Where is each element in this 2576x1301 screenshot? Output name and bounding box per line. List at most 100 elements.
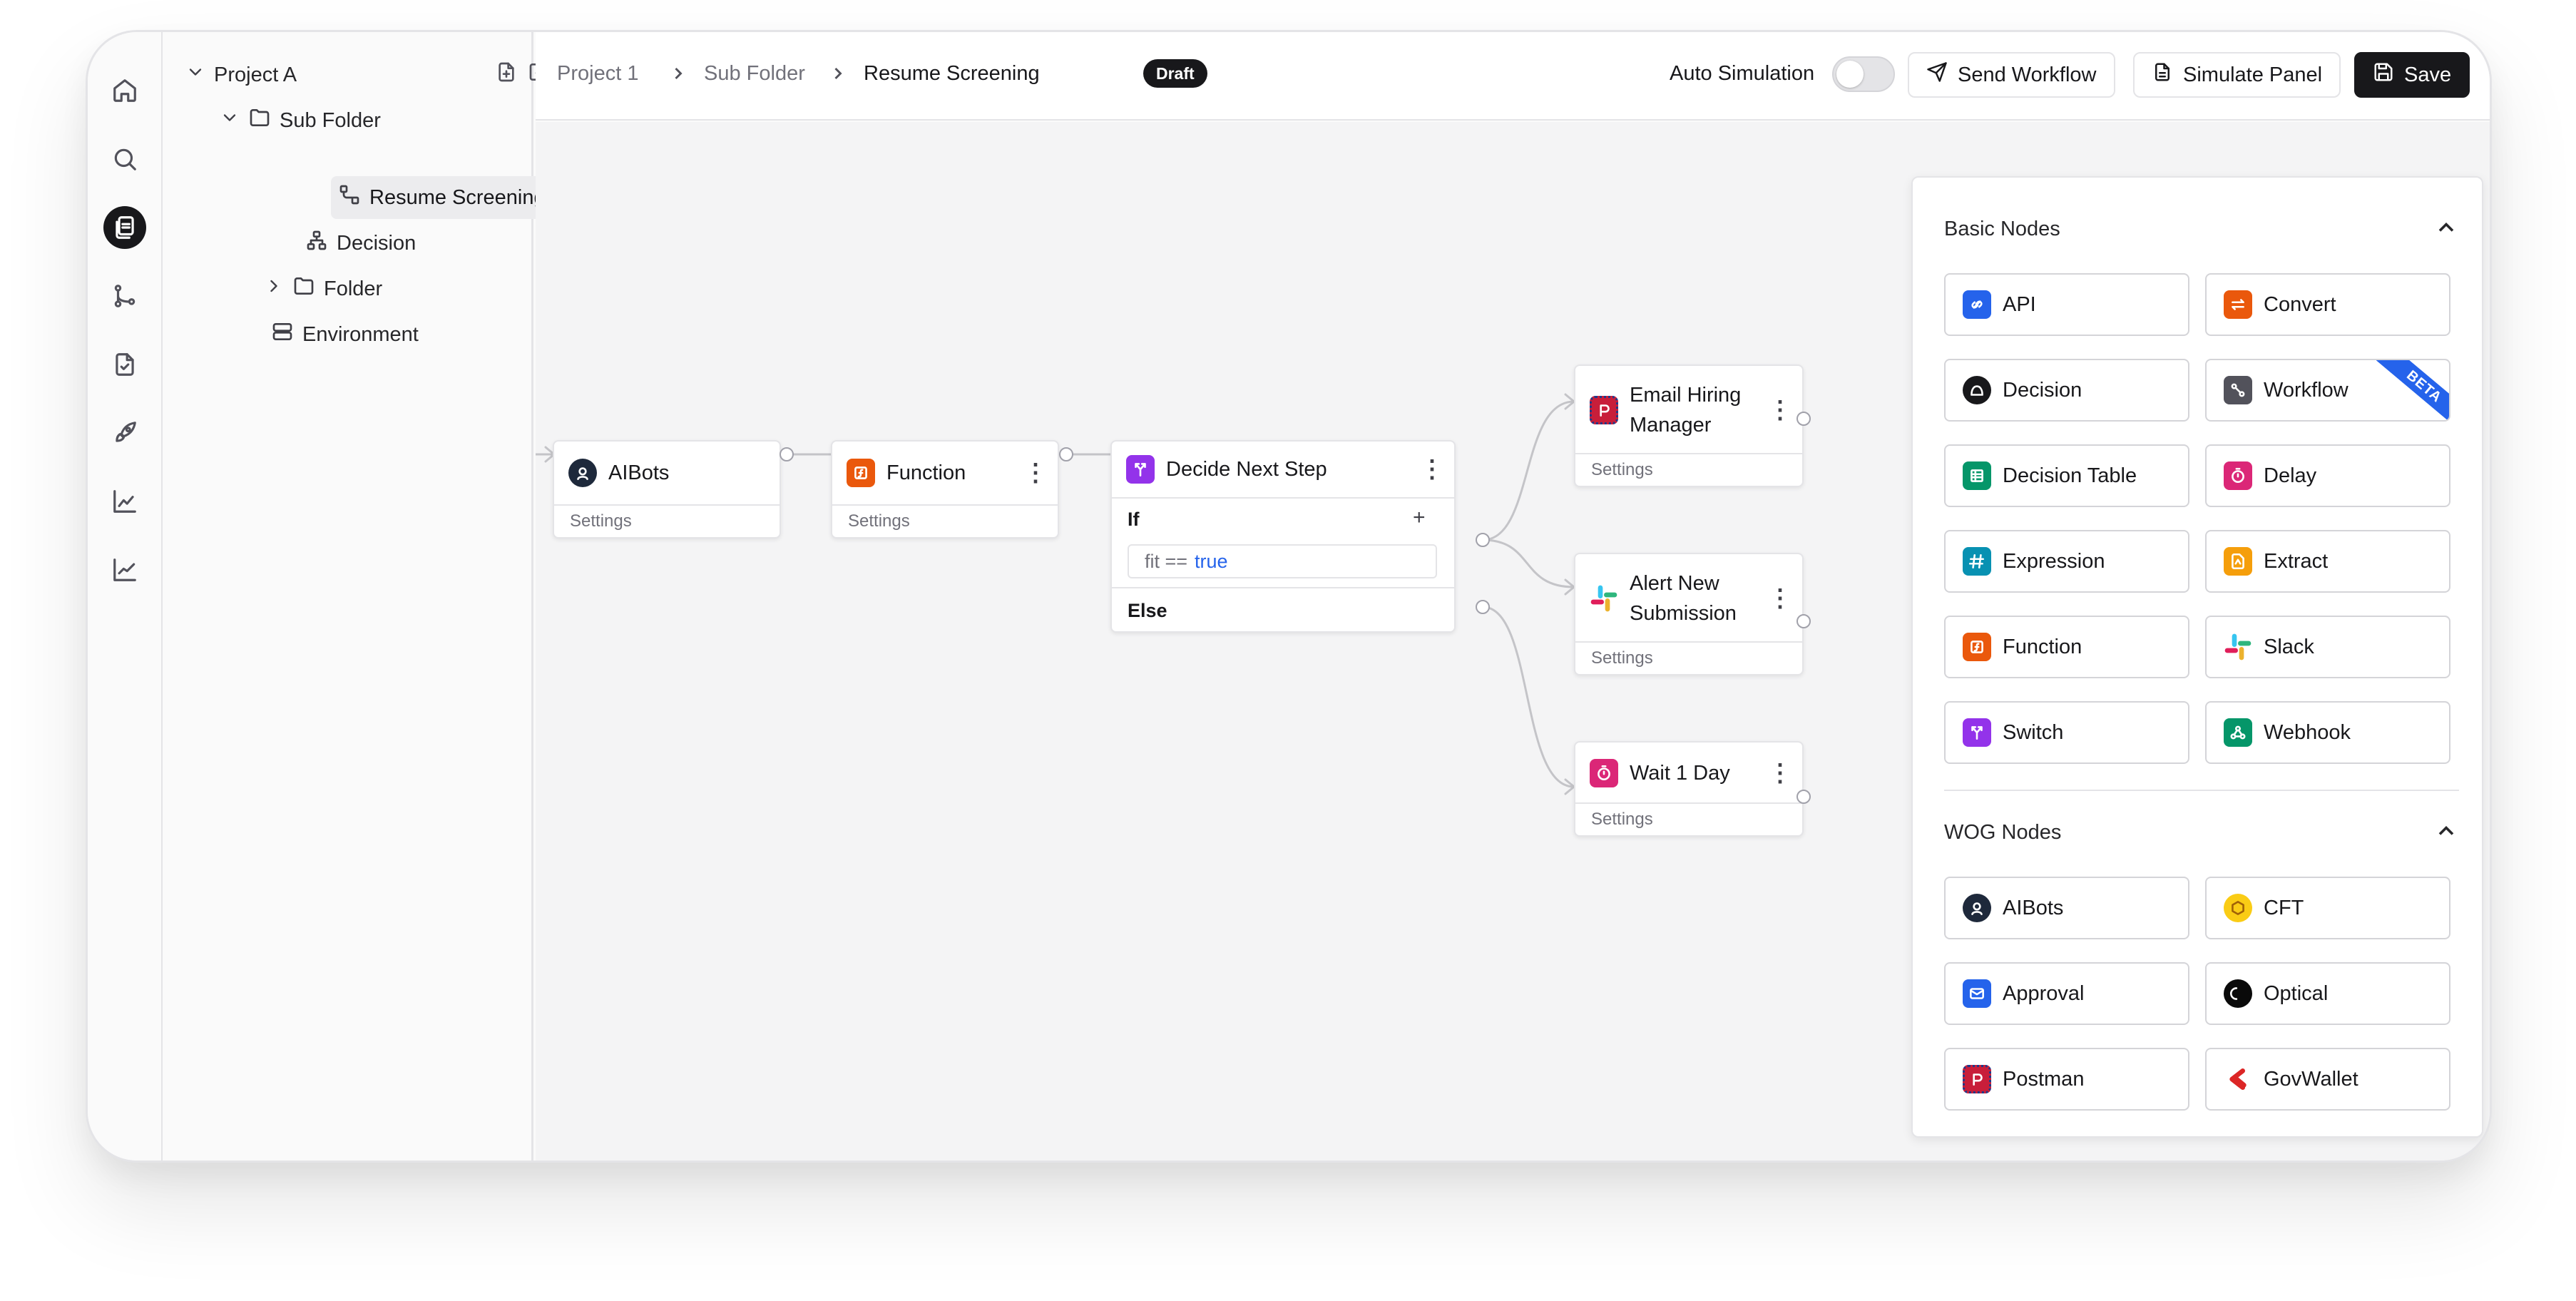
timer-icon: [1590, 759, 1618, 787]
home-icon[interactable]: [103, 69, 146, 112]
palette-item-api[interactable]: API: [1944, 273, 2189, 336]
palette-item-aibots[interactable]: AIBots: [1944, 877, 2189, 939]
palette-item-decision[interactable]: Decision: [1944, 359, 2189, 422]
palette-item-expression[interactable]: Expression: [1944, 530, 2189, 593]
tree-item-decision[interactable]: Decision: [305, 225, 416, 262]
edge-if-email: [1482, 400, 1575, 541]
output-port[interactable]: [1796, 614, 1811, 628]
palette-item-label: Convert: [2264, 292, 2336, 316]
files-icon[interactable]: [103, 206, 146, 249]
send-workflow-button[interactable]: Send Workflow: [1908, 52, 2115, 98]
breadcrumb-folder[interactable]: Sub Folder: [704, 62, 805, 86]
node-header: Wait 1 Day ⋮: [1590, 743, 1792, 804]
palette-item-label: Expression: [2003, 549, 2105, 573]
palette-item-label: Slack: [2264, 635, 2314, 658]
output-port[interactable]: [1796, 412, 1811, 426]
send-icon: [1926, 61, 1948, 88]
node-function[interactable]: Function ⋮ Settings: [831, 440, 1059, 539]
app-window: Project A Sub Folder Resume Screening ⋮ …: [86, 30, 2492, 1163]
auto-simulation-label: Auto Simulation: [1670, 62, 1815, 85]
node-settings[interactable]: Settings: [1575, 453, 1802, 486]
save-button[interactable]: Save: [2354, 52, 2470, 98]
node-title-line: Submission: [1630, 602, 1737, 625]
palette-item-workflow[interactable]: Workflow BETA: [2205, 359, 2450, 422]
palette-item-slack[interactable]: Slack: [2205, 616, 2450, 678]
palette-item-postman[interactable]: Postman: [1944, 1048, 2189, 1111]
edge-else-wait: [1482, 606, 1575, 788]
tree-item-project-a[interactable]: Project A: [185, 56, 297, 93]
function-icon: [1963, 633, 1991, 661]
palette-item-convert[interactable]: Convert: [2205, 273, 2450, 336]
else-output-port[interactable]: [1476, 600, 1490, 614]
chevron-down-icon[interactable]: [185, 62, 205, 88]
node-email-hiring-manager[interactable]: Email Hiring Manager ⋮ Settings: [1574, 364, 1804, 487]
node-alert-new-submission[interactable]: Alert New Submission ⋮ Settings: [1574, 553, 1804, 675]
palette-item-label: Switch: [2003, 720, 2064, 744]
condition-expression[interactable]: fit == true: [1128, 544, 1437, 578]
file-text-icon: [2152, 61, 2173, 88]
palette-item-delay[interactable]: Delay: [2205, 444, 2450, 507]
tree-item-label: Sub Folder: [280, 108, 381, 132]
simulate-panel-button[interactable]: Simulate Panel: [2133, 52, 2341, 98]
palette-item-label: Extract: [2264, 549, 2329, 573]
palette-item-cft[interactable]: CFT: [2205, 877, 2450, 939]
node-decide-next-step[interactable]: Decide Next Step ⋮ If + fit == true Else: [1110, 440, 1456, 633]
palette-item-function[interactable]: Function: [1944, 616, 2189, 678]
node-settings[interactable]: Settings: [832, 504, 1058, 537]
decision-icon: [1963, 376, 1991, 404]
more-vertical-icon[interactable]: ⋮: [1023, 461, 1048, 485]
table-icon: [1963, 461, 1991, 490]
chevron-right-icon: [668, 63, 688, 87]
tree-item-folder[interactable]: Folder: [264, 270, 382, 307]
file-check-icon[interactable]: [103, 343, 146, 386]
node-settings[interactable]: Settings: [1575, 802, 1802, 835]
new-file-icon[interactable]: [495, 61, 518, 87]
save-icon: [2373, 61, 2394, 88]
rocket-icon[interactable]: [103, 412, 146, 454]
node-settings[interactable]: Settings: [554, 504, 780, 537]
node-settings[interactable]: Settings: [1575, 641, 1802, 674]
palette-item-approval[interactable]: Approval: [1944, 962, 2189, 1025]
tree-item-environment[interactable]: Environment: [271, 316, 419, 353]
node-title: Email Hiring Manager: [1630, 380, 1741, 440]
auto-simulation-toggle[interactable]: [1832, 56, 1895, 92]
palette-item-optical[interactable]: Optical: [2205, 962, 2450, 1025]
chevron-up-icon[interactable]: [2433, 215, 2459, 244]
more-vertical-icon[interactable]: ⋮: [1768, 398, 1792, 422]
tree-item-sub-folder[interactable]: Sub Folder: [220, 102, 381, 139]
palette-item-extract[interactable]: Extract: [2205, 530, 2450, 593]
node-wait-1-day[interactable]: Wait 1 Day ⋮ Settings: [1574, 741, 1804, 837]
breadcrumb-project[interactable]: Project 1: [557, 62, 638, 86]
convert-icon: [2224, 290, 2252, 319]
output-port[interactable]: [1796, 790, 1811, 804]
more-vertical-icon[interactable]: ⋮: [1768, 761, 1792, 785]
output-port[interactable]: [1059, 447, 1073, 461]
node-aibots[interactable]: AIBots Settings: [553, 440, 781, 539]
chevron-right-icon[interactable]: [264, 276, 284, 302]
node-title-line: Email Hiring: [1630, 384, 1742, 407]
chevron-up-icon[interactable]: [2433, 818, 2459, 847]
node-title: Wait 1 Day: [1630, 761, 1730, 785]
node-header: Function ⋮: [847, 442, 1048, 504]
palette-item-decision-table[interactable]: Decision Table: [1944, 444, 2189, 507]
search-icon[interactable]: [103, 138, 146, 180]
palette-item-govwallet[interactable]: GovWallet: [2205, 1048, 2450, 1111]
if-output-port[interactable]: [1476, 533, 1490, 547]
palette-item-switch[interactable]: Switch: [1944, 701, 2189, 764]
more-vertical-icon[interactable]: ⋮: [1768, 586, 1792, 611]
workflow-icon: [2224, 376, 2252, 404]
palette-item-webhook[interactable]: Webhook: [2205, 701, 2450, 764]
node-title-line: Alert New: [1630, 572, 1719, 595]
mail-icon: [1963, 979, 1991, 1008]
switch-icon: [1126, 455, 1155, 484]
add-condition-button[interactable]: +: [1413, 506, 1426, 530]
more-vertical-icon[interactable]: ⋮: [1420, 457, 1444, 481]
chevron-down-icon[interactable]: [220, 108, 240, 133]
bar-chart-icon[interactable]: [103, 480, 146, 523]
node-title: Alert New Submission: [1630, 568, 1737, 628]
git-branch-icon[interactable]: [103, 275, 146, 317]
line-chart-icon[interactable]: [103, 549, 146, 591]
send-workflow-label: Send Workflow: [1958, 63, 2097, 86]
output-port[interactable]: [780, 447, 794, 461]
node-title: AIBots: [608, 461, 670, 484]
